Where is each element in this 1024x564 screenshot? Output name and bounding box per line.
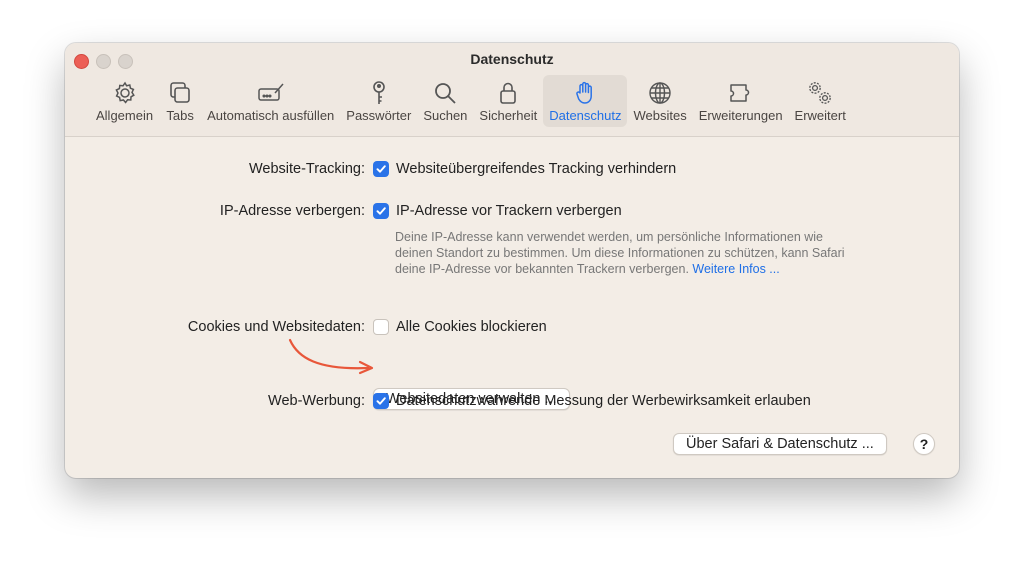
ip-option: IP-Adresse vor Trackern verbergen [373, 203, 622, 219]
tab-allgemein[interactable]: Allgemein [90, 75, 159, 127]
preference-tabs: Allgemein Tabs Automatisch ausfüllen Pas… [90, 75, 852, 131]
ip-option-label: IP-Adresse vor Trackern verbergen [396, 203, 622, 219]
tab-sicherheit[interactable]: Sicherheit [473, 75, 543, 127]
window-title: Datenschutz [470, 51, 554, 67]
autofill-icon [256, 78, 286, 108]
tab-label: Suchen [423, 108, 468, 123]
ads-checkbox[interactable] [373, 393, 389, 409]
tracking-option-label: Websiteübergreifendes Tracking verhinder… [396, 161, 677, 177]
about-safari-privacy-button[interactable]: Über Safari & Datenschutz ... [673, 433, 887, 455]
cookies-option: Alle Cookies blockieren [373, 319, 547, 335]
tab-label: Erweiterungen [698, 108, 783, 123]
checkmark-icon [376, 165, 386, 173]
ip-checkbox[interactable] [373, 203, 389, 219]
cookies-option-label: Alle Cookies blockieren [396, 319, 547, 335]
more-info-link[interactable]: Weitere Infos ... [692, 262, 779, 276]
cookies-label: Cookies und Websitedaten: [187, 319, 365, 335]
checkmark-icon [376, 207, 386, 215]
checkmark-icon [376, 397, 386, 405]
key-icon [364, 78, 394, 108]
tab-label: Datenschutz [549, 108, 622, 123]
lock-icon [493, 78, 523, 108]
annotation-arrow-icon [288, 338, 374, 375]
ip-label: IP-Adresse verbergen: [219, 203, 365, 219]
hand-icon [570, 78, 600, 108]
tab-erweiterungen[interactable]: Erweiterungen [693, 75, 789, 127]
search-icon [430, 78, 460, 108]
ads-label: Web-Werbung: [268, 393, 365, 409]
help-button[interactable]: ? [913, 433, 935, 455]
cookies-checkbox[interactable] [373, 319, 389, 335]
gear-icon [110, 78, 140, 108]
tab-automatisch-ausfuellen[interactable]: Automatisch ausfüllen [201, 75, 340, 127]
tab-label: Tabs [166, 108, 194, 123]
tracking-label: Website-Tracking: [248, 161, 365, 177]
tab-suchen[interactable]: Suchen [417, 75, 473, 127]
toolbar: Datenschutz Allgemein Tabs Automatisch a… [65, 43, 959, 137]
ads-option-label: Datenschutzwahrende Messung der Werbewir… [396, 393, 811, 409]
tracking-option: Websiteübergreifendes Tracking verhinder… [373, 161, 676, 177]
tab-label: Automatisch ausfüllen [207, 108, 335, 123]
tab-label: Sicherheit [479, 108, 538, 123]
preferences-window: Datenschutz Allgemein Tabs Automatisch a… [65, 43, 959, 478]
tab-label: Allgemein [96, 108, 154, 123]
tab-datenschutz[interactable]: Datenschutz [543, 75, 628, 127]
ads-option: Datenschutzwahrende Messung der Werbewir… [373, 393, 811, 409]
tab-passwoerter[interactable]: Passwörter [340, 75, 417, 127]
tab-label: Websites [633, 108, 687, 123]
tab-websites[interactable]: Websites [627, 75, 692, 127]
tab-label: Passwörter [346, 108, 412, 123]
puzzle-icon [726, 78, 756, 108]
tab-label: Erweitert [794, 108, 846, 123]
tab-erweitert[interactable]: Erweitert [789, 75, 852, 127]
ip-description: Deine IP-Adresse kann verwendet werden, … [395, 229, 845, 277]
tab-tabs[interactable]: Tabs [159, 75, 201, 127]
tracking-checkbox[interactable] [373, 161, 389, 177]
gears-icon [805, 78, 835, 108]
privacy-settings-pane: Website-Tracking: Websiteübergreifendes … [65, 137, 959, 478]
tabs-icon [165, 78, 195, 108]
globe-icon [645, 78, 675, 108]
